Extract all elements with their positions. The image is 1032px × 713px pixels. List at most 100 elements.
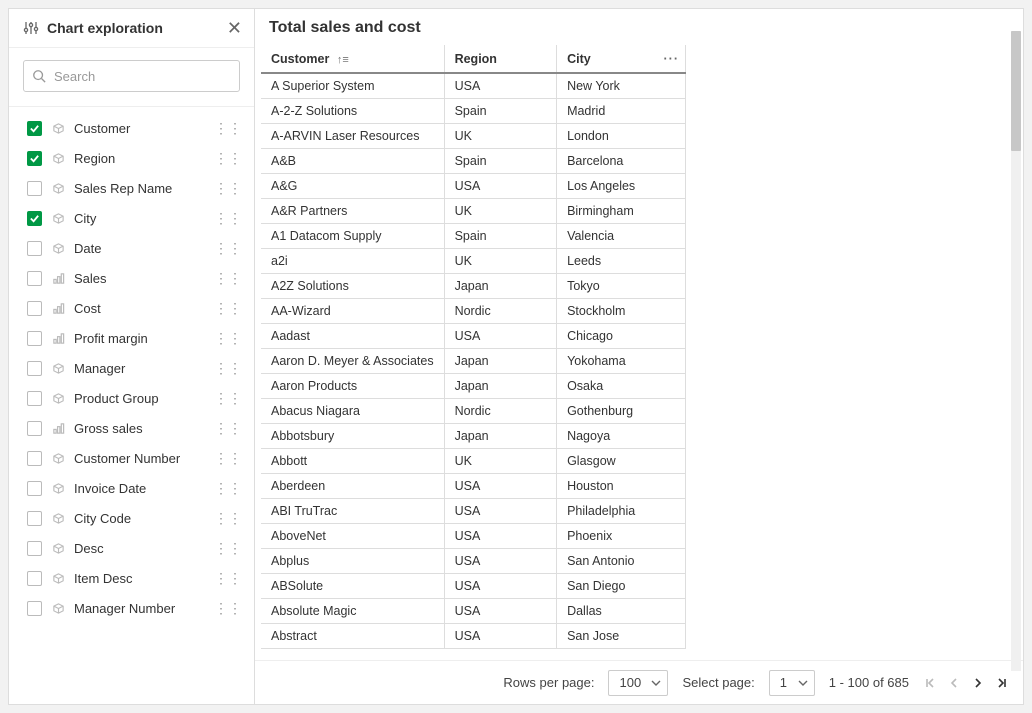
field-row[interactable]: Gross sales⋮⋮ xyxy=(9,413,254,443)
drag-handle-icon[interactable]: ⋮⋮ xyxy=(214,571,242,585)
drag-handle-icon[interactable]: ⋮⋮ xyxy=(214,481,242,495)
field-checkbox[interactable] xyxy=(27,271,42,286)
field-checkbox[interactable] xyxy=(27,601,42,616)
field-checkbox[interactable] xyxy=(27,391,42,406)
field-label: City xyxy=(74,211,214,226)
field-checkbox[interactable] xyxy=(27,571,42,586)
table-row[interactable]: AbplusUSASan Antonio xyxy=(261,548,686,573)
field-checkbox[interactable] xyxy=(27,421,42,436)
table-row[interactable]: Abacus NiagaraNordicGothenburg xyxy=(261,398,686,423)
field-row[interactable]: Item Desc⋮⋮ xyxy=(9,563,254,593)
field-checkbox[interactable] xyxy=(27,361,42,376)
drag-handle-icon[interactable]: ⋮⋮ xyxy=(214,121,242,135)
drag-handle-icon[interactable]: ⋮⋮ xyxy=(214,211,242,225)
field-row[interactable]: Invoice Date⋮⋮ xyxy=(9,473,254,503)
table-row[interactable]: ABSoluteUSASan Diego xyxy=(261,573,686,598)
field-row[interactable]: Sales Rep Name⋮⋮ xyxy=(9,173,254,203)
field-row[interactable]: Region⋮⋮ xyxy=(9,143,254,173)
table-row[interactable]: A&BSpainBarcelona xyxy=(261,148,686,173)
first-page-button[interactable] xyxy=(923,676,937,690)
field-checkbox[interactable] xyxy=(27,241,42,256)
table-row[interactable]: Absolute MagicUSADallas xyxy=(261,598,686,623)
drag-handle-icon[interactable]: ⋮⋮ xyxy=(214,361,242,375)
drag-handle-icon[interactable]: ⋮⋮ xyxy=(214,391,242,405)
table-row[interactable]: ABI TruTracUSAPhiladelphia xyxy=(261,498,686,523)
table-row[interactable]: Aaron D. Meyer & AssociatesJapanYokohama xyxy=(261,348,686,373)
field-row[interactable]: Customer Number⋮⋮ xyxy=(9,443,254,473)
table-cell: A&R Partners xyxy=(261,198,444,223)
field-checkbox[interactable] xyxy=(27,121,42,136)
table-row[interactable]: A-ARVIN Laser ResourcesUKLondon xyxy=(261,123,686,148)
drag-handle-icon[interactable]: ⋮⋮ xyxy=(214,181,242,195)
next-page-button[interactable] xyxy=(971,676,985,690)
last-page-button[interactable] xyxy=(995,676,1009,690)
drag-handle-icon[interactable]: ⋮⋮ xyxy=(214,541,242,555)
table-row[interactable]: AbbottUKGlasgow xyxy=(261,448,686,473)
table-row[interactable]: A&GUSALos Angeles xyxy=(261,173,686,198)
table-cell: Japan xyxy=(444,423,556,448)
column-header-region[interactable]: Region xyxy=(444,45,556,73)
field-checkbox[interactable] xyxy=(27,541,42,556)
more-icon[interactable]: ··· xyxy=(664,52,680,66)
field-row[interactable]: Sales⋮⋮ xyxy=(9,263,254,293)
rows-per-page-select[interactable]: 100 xyxy=(608,670,668,696)
table-row[interactable]: A&R PartnersUKBirmingham xyxy=(261,198,686,223)
table-row[interactable]: AboveNetUSAPhoenix xyxy=(261,523,686,548)
table-row[interactable]: AadastUSAChicago xyxy=(261,323,686,348)
drag-handle-icon[interactable]: ⋮⋮ xyxy=(214,301,242,315)
drag-handle-icon[interactable]: ⋮⋮ xyxy=(214,421,242,435)
data-table: Customer ↑≡ Region City ··· A Superior S… xyxy=(261,45,686,649)
field-row[interactable]: Manager⋮⋮ xyxy=(9,353,254,383)
field-checkbox[interactable] xyxy=(27,451,42,466)
field-row[interactable]: Desc⋮⋮ xyxy=(9,533,254,563)
table-row[interactable]: AA-WizardNordicStockholm xyxy=(261,298,686,323)
field-row[interactable]: Product Group⋮⋮ xyxy=(9,383,254,413)
select-page-select[interactable]: 1 xyxy=(769,670,815,696)
scrollbar[interactable] xyxy=(1011,31,1021,671)
field-row[interactable]: Date⋮⋮ xyxy=(9,233,254,263)
field-row[interactable]: Cost⋮⋮ xyxy=(9,293,254,323)
field-checkbox[interactable] xyxy=(27,331,42,346)
scrollbar-thumb[interactable] xyxy=(1011,31,1021,151)
drag-handle-icon[interactable]: ⋮⋮ xyxy=(214,241,242,255)
prev-page-button[interactable] xyxy=(947,676,961,690)
close-icon[interactable]: ✕ xyxy=(227,19,242,37)
field-checkbox[interactable] xyxy=(27,301,42,316)
drag-handle-icon[interactable]: ⋮⋮ xyxy=(214,271,242,285)
column-header-customer[interactable]: Customer ↑≡ xyxy=(261,45,444,73)
table-cell: USA xyxy=(444,323,556,348)
field-checkbox[interactable] xyxy=(27,481,42,496)
table-row[interactable]: A Superior SystemUSANew York xyxy=(261,73,686,98)
search-input[interactable] xyxy=(52,68,232,85)
field-checkbox[interactable] xyxy=(27,151,42,166)
column-header-city[interactable]: City ··· xyxy=(557,45,686,73)
search-box[interactable] xyxy=(23,60,240,92)
table-row[interactable]: Aaron ProductsJapanOsaka xyxy=(261,373,686,398)
table-row[interactable]: AbbotsburyJapanNagoya xyxy=(261,423,686,448)
field-label: Customer xyxy=(74,121,214,136)
drag-handle-icon[interactable]: ⋮⋮ xyxy=(214,151,242,165)
field-checkbox[interactable] xyxy=(27,211,42,226)
table-row[interactable]: A2Z SolutionsJapanTokyo xyxy=(261,273,686,298)
dimension-icon xyxy=(52,152,66,165)
field-row[interactable]: City Code⋮⋮ xyxy=(9,503,254,533)
field-row[interactable]: City⋮⋮ xyxy=(9,203,254,233)
table-row[interactable]: AberdeenUSAHouston xyxy=(261,473,686,498)
drag-handle-icon[interactable]: ⋮⋮ xyxy=(214,451,242,465)
table-row[interactable]: a2iUKLeeds xyxy=(261,248,686,273)
field-row[interactable]: Customer⋮⋮ xyxy=(9,113,254,143)
field-checkbox[interactable] xyxy=(27,181,42,196)
drag-handle-icon[interactable]: ⋮⋮ xyxy=(214,331,242,345)
table-cell: USA xyxy=(444,548,556,573)
chevron-down-icon xyxy=(651,678,661,688)
table-row[interactable]: A-2-Z SolutionsSpainMadrid xyxy=(261,98,686,123)
drag-handle-icon[interactable]: ⋮⋮ xyxy=(214,601,242,615)
drag-handle-icon[interactable]: ⋮⋮ xyxy=(214,511,242,525)
table-row[interactable]: A1 Datacom SupplySpainValencia xyxy=(261,223,686,248)
dimension-icon xyxy=(52,482,66,495)
column-header-label: Region xyxy=(455,52,497,66)
field-checkbox[interactable] xyxy=(27,511,42,526)
field-row[interactable]: Profit margin⋮⋮ xyxy=(9,323,254,353)
table-row[interactable]: AbstractUSASan Jose xyxy=(261,623,686,648)
field-row[interactable]: Manager Number⋮⋮ xyxy=(9,593,254,623)
